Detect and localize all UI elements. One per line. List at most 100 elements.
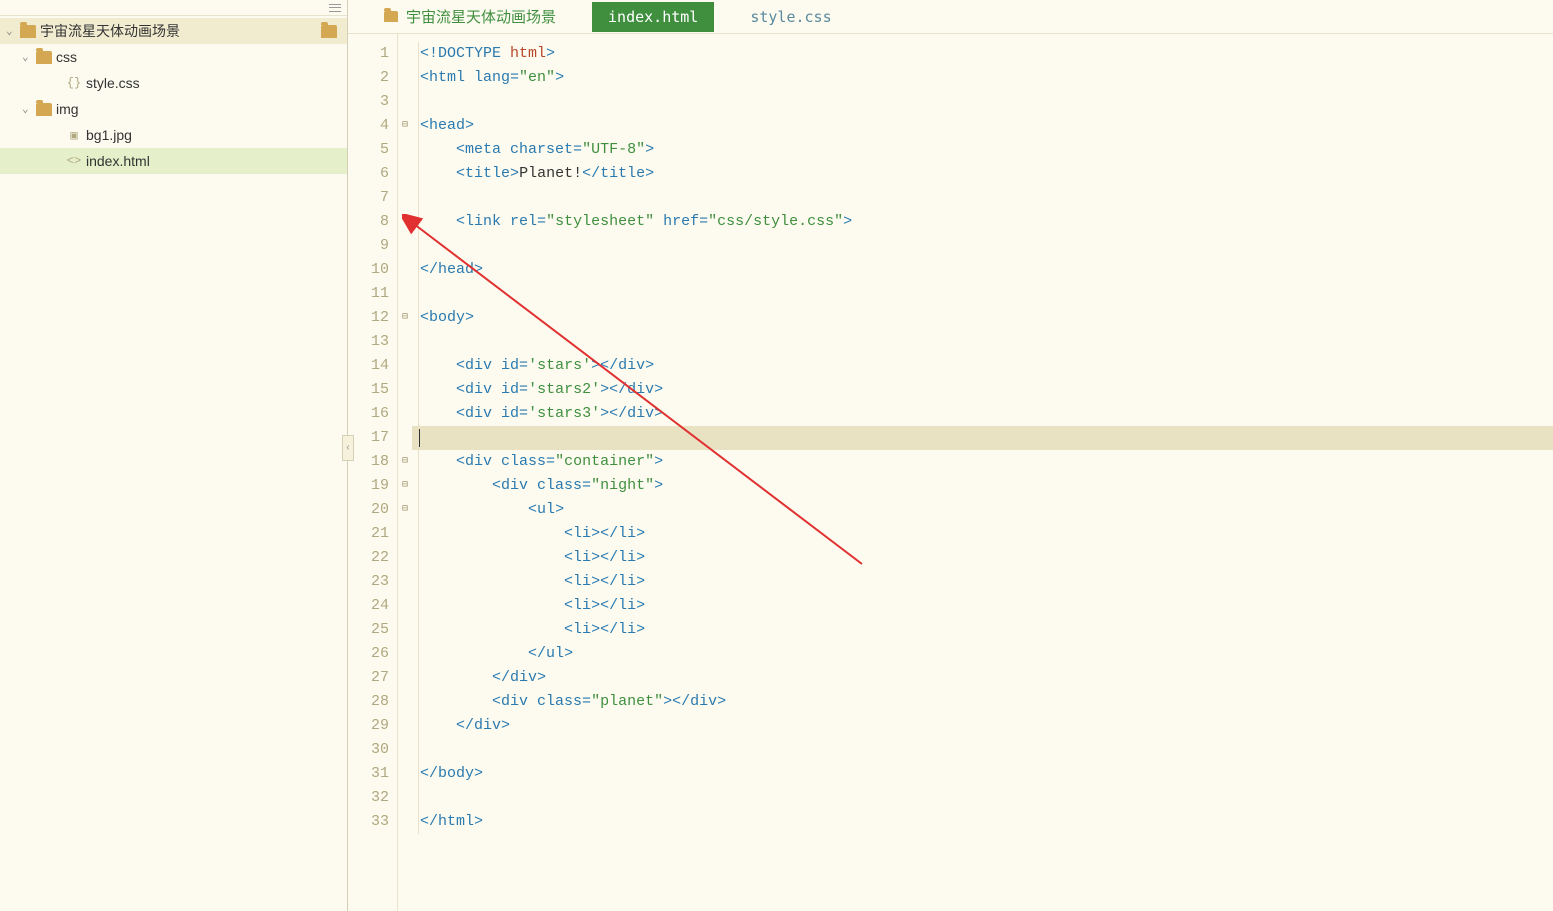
line-number: 29 (348, 714, 389, 738)
html-file-icon: <> (66, 154, 82, 168)
line-number: 5 (348, 138, 389, 162)
code-line[interactable]: <!DOCTYPE html> (418, 42, 1553, 66)
line-number: 33 (348, 810, 389, 834)
line-number: 22 (348, 546, 389, 570)
folder-icon (36, 103, 52, 116)
line-number: 23 (348, 570, 389, 594)
code-line[interactable]: </html> (418, 810, 1553, 834)
fold-marker[interactable]: ⊟ (398, 474, 412, 498)
tab-style-css[interactable]: style.css (734, 2, 847, 32)
line-number: 26 (348, 642, 389, 666)
fold-marker (398, 378, 412, 402)
tree-item-img[interactable]: ⌄ img (0, 96, 347, 122)
fold-marker (398, 666, 412, 690)
fold-marker[interactable]: ⊟ (398, 450, 412, 474)
code-line[interactable]: </div> (418, 666, 1553, 690)
tree-item-css[interactable]: ⌄ css (0, 44, 347, 70)
fold-marker (398, 762, 412, 786)
hamburger-icon[interactable] (329, 4, 341, 12)
tree-item-index-html[interactable]: <>index.html (0, 148, 347, 174)
line-number: 13 (348, 330, 389, 354)
code-line[interactable]: <body> (418, 306, 1553, 330)
fold-marker (398, 618, 412, 642)
line-number: 3 (348, 90, 389, 114)
line-number: 19 (348, 474, 389, 498)
code-line[interactable] (418, 186, 1553, 210)
tree-item-style-css[interactable]: {}style.css (0, 70, 347, 96)
tab-index-html[interactable]: index.html (592, 2, 714, 32)
code-line[interactable]: <meta charset="UTF-8"> (418, 138, 1553, 162)
tree-root[interactable]: ⌄ 宇宙流星天体动画场景 (0, 18, 347, 44)
fold-marker (398, 738, 412, 762)
code-line[interactable]: <li></li> (418, 594, 1553, 618)
code-line[interactable]: <div class="night"> (418, 474, 1553, 498)
tree-item-bg1-jpg[interactable]: ▣bg1.jpg (0, 122, 347, 148)
tree-item-label: css (56, 49, 77, 65)
breadcrumb-tab[interactable]: 宇宙流星天体动画场景 (368, 0, 572, 33)
fold-marker[interactable]: ⊟ (398, 114, 412, 138)
fold-marker (398, 282, 412, 306)
tab-label: index.html (608, 8, 698, 26)
code-line[interactable]: <li></li> (418, 522, 1553, 546)
fold-marker (398, 810, 412, 834)
fold-marker (398, 690, 412, 714)
code-line[interactable]: <head> (418, 114, 1553, 138)
fold-marker (398, 42, 412, 66)
line-number: 20 (348, 498, 389, 522)
code-line[interactable]: <title>Planet!</title> (418, 162, 1553, 186)
code-line[interactable] (418, 90, 1553, 114)
fold-marker (398, 546, 412, 570)
line-number: 4 (348, 114, 389, 138)
fold-marker[interactable]: ⊟ (398, 306, 412, 330)
code-line[interactable]: <li></li> (418, 570, 1553, 594)
code-line[interactable] (418, 330, 1553, 354)
code-line[interactable] (418, 282, 1553, 306)
code-line[interactable]: <div class="planet"></div> (418, 690, 1553, 714)
fold-marker (398, 90, 412, 114)
code-line[interactable]: <div id='stars3'></div> (418, 402, 1553, 426)
fold-marker[interactable]: ⊟ (398, 498, 412, 522)
code-line[interactable]: </ul> (418, 642, 1553, 666)
code-content[interactable]: <!DOCTYPE html><html lang="en"> <head> <m… (412, 34, 1553, 911)
code-line[interactable]: <li></li> (418, 618, 1553, 642)
line-number: 7 (348, 186, 389, 210)
code-line[interactable]: <link rel="stylesheet" href="css/style.c… (418, 210, 1553, 234)
editor-tabs: 宇宙流星天体动画场景 index.html style.css (348, 0, 1553, 34)
code-line[interactable] (418, 738, 1553, 762)
tree-item-label: img (56, 101, 79, 117)
editor-area: 宇宙流星天体动画场景 index.html style.css 12345678… (348, 0, 1553, 911)
line-number: 12 (348, 306, 389, 330)
line-number: 2 (348, 66, 389, 90)
fold-marker (398, 570, 412, 594)
code-editor[interactable]: 1234567891011121314151617181920212223242… (348, 34, 1553, 911)
tab-label: style.css (750, 8, 831, 26)
fold-marker (398, 258, 412, 282)
code-line[interactable]: </div> (418, 714, 1553, 738)
code-line[interactable]: <div class="container"> (418, 450, 1553, 474)
code-line[interactable] (412, 426, 1553, 450)
code-line[interactable]: <li></li> (418, 546, 1553, 570)
file-tree: ⌄ 宇宙流星天体动画场景 ⌄ css {}style.css ⌄ img ▣bg1.jpg… (0, 16, 347, 174)
fold-marker (398, 162, 412, 186)
sidebar-collapse-handle[interactable]: ‹ (342, 435, 354, 461)
breadcrumb-label: 宇宙流星天体动画场景 (406, 6, 556, 27)
line-number: 14 (348, 354, 389, 378)
line-number: 25 (348, 618, 389, 642)
image-file-icon: ▣ (66, 128, 82, 142)
code-line[interactable] (418, 234, 1553, 258)
line-number: 28 (348, 690, 389, 714)
code-line[interactable]: <html lang="en"> (418, 66, 1553, 90)
fold-marker (398, 354, 412, 378)
code-line[interactable]: <div id='stars2'></div> (418, 378, 1553, 402)
line-number: 16 (348, 402, 389, 426)
fold-marker (398, 426, 412, 450)
code-line[interactable]: </body> (418, 762, 1553, 786)
code-line[interactable]: </head> (418, 258, 1553, 282)
chevron-down-icon: ⌄ (22, 102, 32, 116)
code-line[interactable]: <div id='stars'></div> (418, 354, 1553, 378)
line-number: 8 (348, 210, 389, 234)
chevron-down-icon: ⌄ (22, 50, 32, 64)
line-number: 9 (348, 234, 389, 258)
code-line[interactable] (418, 786, 1553, 810)
code-line[interactable]: <ul> (418, 498, 1553, 522)
